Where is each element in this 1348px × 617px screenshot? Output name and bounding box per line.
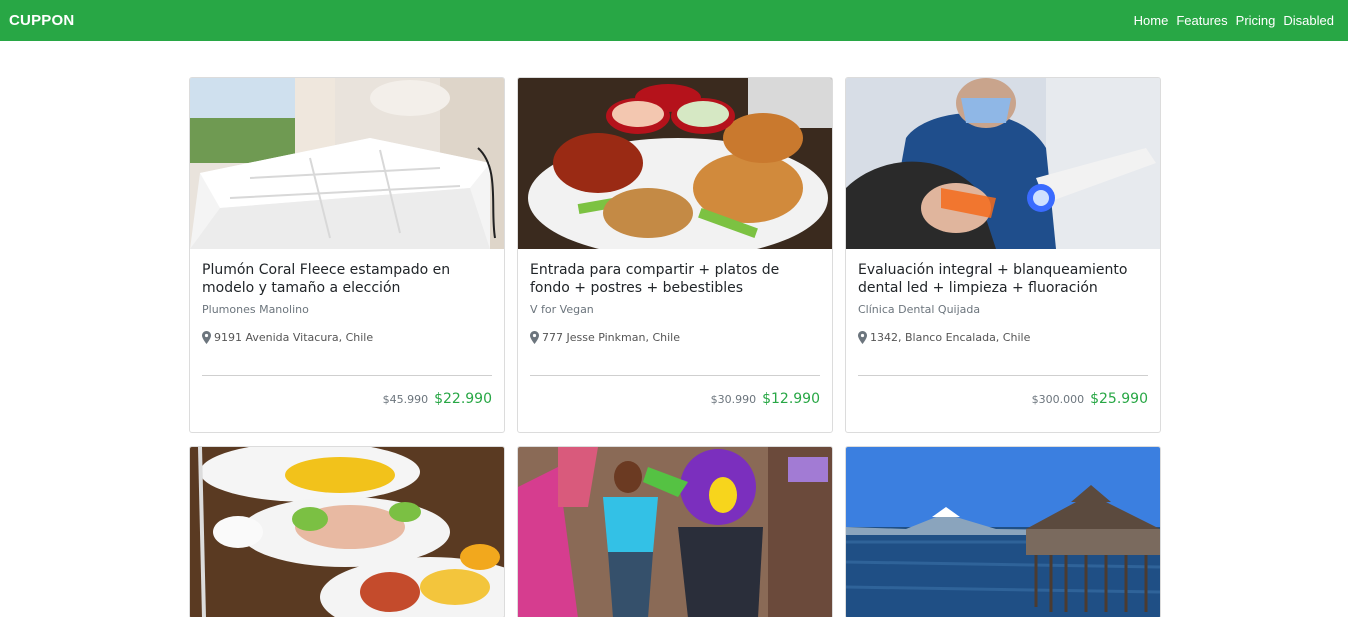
card-body: Entrada para compartir + platos de fondo… xyxy=(518,249,832,432)
brand-logo[interactable]: CUPPON xyxy=(9,12,74,29)
nav-link-disabled[interactable]: Disabled xyxy=(1275,13,1334,28)
nav-link-home[interactable]: Home xyxy=(1126,13,1169,28)
map-pin-icon xyxy=(202,331,211,344)
nav-link-pricing[interactable]: Pricing xyxy=(1228,13,1276,28)
price-block: $30.990 $12.990 xyxy=(711,391,820,407)
new-price: $25.990 xyxy=(1090,391,1148,407)
deal-card[interactable]: Evaluación integral + blanqueamiento den… xyxy=(845,77,1161,433)
new-price: $22.990 xyxy=(434,391,492,407)
deal-image[interactable] xyxy=(846,78,1160,249)
deal-card[interactable]: Entrada para compartir + platos de fondo… xyxy=(517,77,833,433)
price-block: $300.000 $25.990 xyxy=(1032,391,1148,407)
deal-card[interactable] xyxy=(517,446,833,617)
card-body: Plumón Coral Fleece estampado en modelo … xyxy=(190,249,504,432)
nav-links: Home Features Pricing Disabled xyxy=(1126,13,1334,28)
divider xyxy=(530,375,820,376)
deal-image[interactable] xyxy=(846,447,1160,617)
deal-card[interactable] xyxy=(189,446,505,617)
deal-image[interactable] xyxy=(190,78,504,249)
deal-address: 777 Jesse Pinkman, Chile xyxy=(530,331,820,344)
deal-title[interactable]: Plumón Coral Fleece estampado en modelo … xyxy=(202,261,492,297)
new-price: $12.990 xyxy=(762,391,820,407)
price-block: $45.990 $22.990 xyxy=(383,391,492,407)
address-text: 1342, Blanco Encalada, Chile xyxy=(870,331,1031,344)
deal-image[interactable] xyxy=(518,78,832,249)
deal-title[interactable]: Evaluación integral + blanqueamiento den… xyxy=(858,261,1148,297)
deal-card[interactable] xyxy=(845,446,1161,617)
divider xyxy=(202,375,492,376)
card-body: Evaluación integral + blanqueamiento den… xyxy=(846,249,1160,432)
nav-link-features[interactable]: Features xyxy=(1168,13,1227,28)
top-navbar: CUPPON Home Features Pricing Disabled xyxy=(0,0,1348,41)
old-price: $300.000 xyxy=(1031,393,1085,406)
deal-image[interactable] xyxy=(190,447,504,617)
deal-address: 9191 Avenida Vitacura, Chile xyxy=(202,331,492,344)
merchant-name: Clínica Dental Quijada xyxy=(858,303,981,316)
address-text: 777 Jesse Pinkman, Chile xyxy=(542,331,680,344)
old-price: $30.990 xyxy=(710,393,757,406)
map-pin-icon xyxy=(530,331,539,344)
deal-card[interactable]: Plumón Coral Fleece estampado en modelo … xyxy=(189,77,505,433)
deal-address: 1342, Blanco Encalada, Chile xyxy=(858,331,1148,344)
address-text: 9191 Avenida Vitacura, Chile xyxy=(214,331,374,344)
deal-image[interactable] xyxy=(518,447,832,617)
divider xyxy=(858,375,1148,376)
merchant-name: Plumones Manolino xyxy=(202,303,309,316)
merchant-name: V for Vegan xyxy=(530,303,594,316)
old-price: $45.990 xyxy=(382,393,429,406)
map-pin-icon xyxy=(858,331,867,344)
deal-title[interactable]: Entrada para compartir + platos de fondo… xyxy=(530,261,820,297)
